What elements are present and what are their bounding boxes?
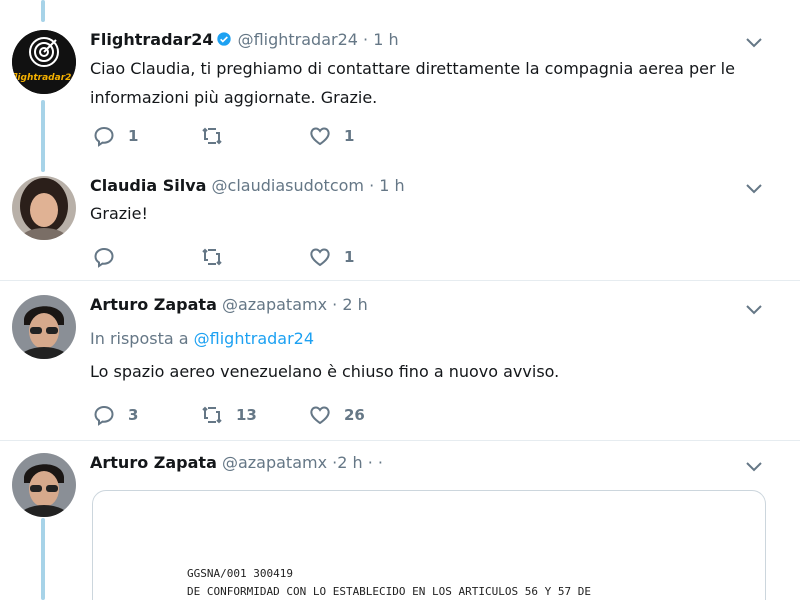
tweet-header: Claudia Silva @claudiasudotcom · 1 h <box>90 176 405 195</box>
attached-image[interactable]: GGSNA/001 300419 DE CONFORMIDAD CON LO E… <box>92 490 766 600</box>
chevron-down-icon[interactable] <box>744 36 764 50</box>
heart-icon <box>310 406 330 425</box>
retweet-icon <box>202 406 222 424</box>
document-line: GGSNA/001 300419 <box>187 567 293 580</box>
display-name[interactable]: Flightradar24 <box>90 30 213 49</box>
avatar-photo <box>12 453 76 517</box>
reply-icon <box>94 247 114 268</box>
like-button[interactable]: 26 <box>308 403 365 427</box>
reply-button[interactable] <box>92 245 116 269</box>
reply-icon <box>94 126 114 147</box>
heart-icon <box>310 127 330 146</box>
like-button[interactable]: 1 <box>308 124 354 148</box>
retweet-icon <box>202 127 222 145</box>
chevron-down-icon[interactable] <box>744 303 764 317</box>
tweet-text: Lo spazio aereo venezuelano è chiuso fin… <box>90 362 560 381</box>
reply-button[interactable]: 1 <box>92 124 138 148</box>
tweet-arturo-zapata-reply[interactable]: Arturo Zapata @azapatamx · 2 h In rispos… <box>0 281 800 441</box>
tweet-text: Ciao Claudia, ti preghiamo di contattare… <box>90 59 735 107</box>
reply-to-link[interactable]: @flightradar24 <box>194 329 314 348</box>
chevron-down-icon[interactable] <box>744 182 764 196</box>
flightradar-logo-icon: flightradar24 <box>12 30 76 94</box>
tweet-header: Flightradar24 @flightradar24 · 1 h <box>90 30 399 49</box>
avatar[interactable] <box>12 453 76 517</box>
timestamp[interactable]: 2 h <box>342 295 367 314</box>
retweet-button[interactable] <box>200 124 224 148</box>
display-name[interactable]: Arturo Zapata <box>90 295 217 314</box>
chevron-down-icon[interactable] <box>744 460 764 474</box>
reply-icon <box>94 405 114 426</box>
tweet-flightradar24[interactable]: flightradar24 Flightradar24 @flightradar… <box>0 0 800 170</box>
user-handle[interactable]: @claudiasudotcom <box>212 176 364 195</box>
avatar-photo <box>12 295 76 359</box>
timestamp[interactable]: ·2 h <box>332 453 363 472</box>
verified-badge-icon <box>217 32 232 46</box>
heart-icon <box>310 248 330 267</box>
timestamp[interactable]: 1 h <box>379 176 404 195</box>
timestamp[interactable]: 1 h <box>373 30 398 49</box>
user-handle[interactable]: @flightradar24 <box>238 30 358 49</box>
avatar-photo <box>12 176 76 240</box>
user-handle[interactable]: @azapatamx <box>222 453 327 472</box>
reply-button[interactable]: 3 <box>92 403 138 427</box>
user-handle[interactable]: @azapatamx <box>222 295 327 314</box>
retweet-icon <box>202 248 222 266</box>
tweet-header: Arturo Zapata @azapatamx · 2 h <box>90 295 368 314</box>
tweet-header: Arturo Zapata @azapatamx ·2 h · · <box>90 453 384 472</box>
retweet-button[interactable] <box>200 245 224 269</box>
tweet-claudia-silva[interactable]: Claudia Silva @claudiasudotcom · 1 h Gra… <box>0 170 800 280</box>
avatar[interactable] <box>12 176 76 240</box>
tweet-text: Grazie! <box>90 204 148 223</box>
reply-context: In risposta a @flightradar24 <box>90 329 315 348</box>
retweet-button[interactable]: 13 <box>200 403 257 427</box>
document-line: DE CONFORMIDAD CON LO ESTABLECIDO EN LOS… <box>187 585 591 598</box>
display-name[interactable]: Claudia Silva <box>90 176 206 195</box>
svg-text:flightradar24: flightradar24 <box>12 73 76 83</box>
avatar[interactable]: flightradar24 <box>12 30 76 94</box>
display-name[interactable]: Arturo Zapata <box>90 453 217 472</box>
avatar[interactable] <box>12 295 76 359</box>
like-button[interactable]: 1 <box>308 245 354 269</box>
